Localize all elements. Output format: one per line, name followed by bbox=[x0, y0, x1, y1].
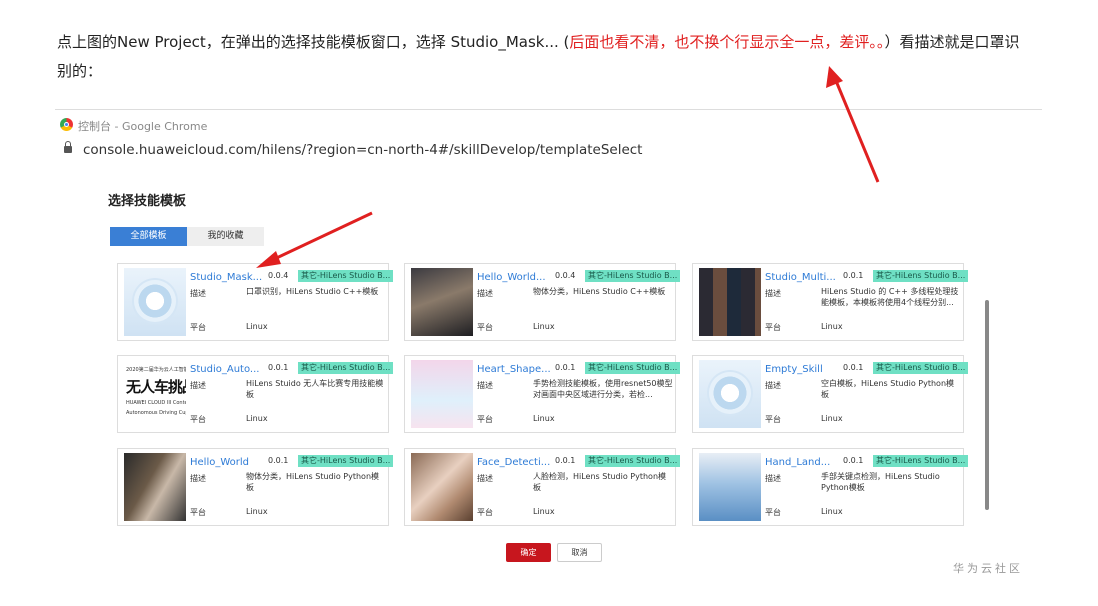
arrow-to-title-text bbox=[826, 66, 880, 183]
annotation-arrows bbox=[256, 66, 880, 268]
arrow-to-studio-mask bbox=[256, 211, 373, 268]
